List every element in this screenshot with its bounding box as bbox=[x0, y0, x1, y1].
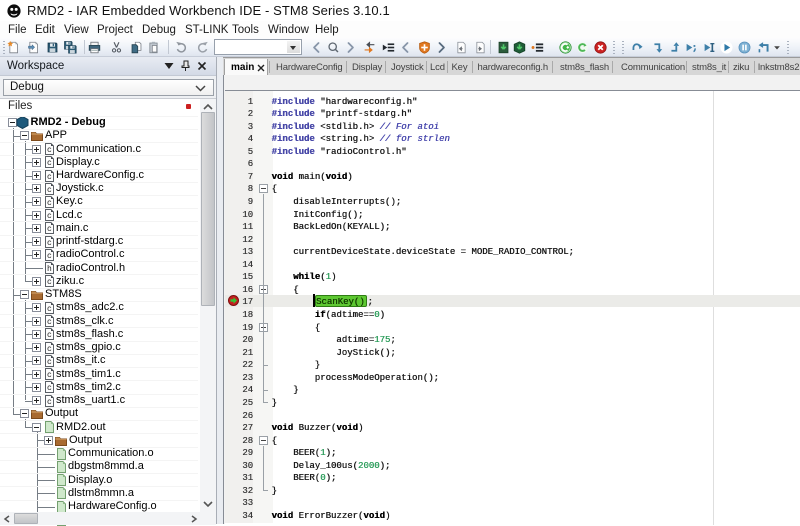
svg-text:c: c bbox=[47, 252, 52, 261]
svg-text:c: c bbox=[47, 278, 52, 287]
svg-text:c: c bbox=[47, 384, 52, 393]
svg-text:c: c bbox=[47, 212, 52, 221]
svg-text:c: c bbox=[47, 173, 52, 182]
svg-text:c: c bbox=[47, 186, 52, 195]
svg-text:c: c bbox=[47, 345, 52, 354]
svg-text:c: c bbox=[47, 318, 52, 327]
svg-text:c: c bbox=[47, 146, 52, 155]
svg-text:c: c bbox=[47, 159, 52, 168]
svg-text:c: c bbox=[47, 199, 52, 208]
svg-text:c: c bbox=[47, 305, 52, 314]
svg-text:c: c bbox=[47, 239, 52, 248]
svg-text:c: c bbox=[47, 358, 52, 367]
svg-text:c: c bbox=[47, 398, 52, 407]
svg-text:h: h bbox=[47, 265, 52, 274]
svg-text:c: c bbox=[47, 371, 52, 380]
svg-text:c: c bbox=[47, 331, 52, 340]
svg-text:c: c bbox=[47, 225, 52, 234]
